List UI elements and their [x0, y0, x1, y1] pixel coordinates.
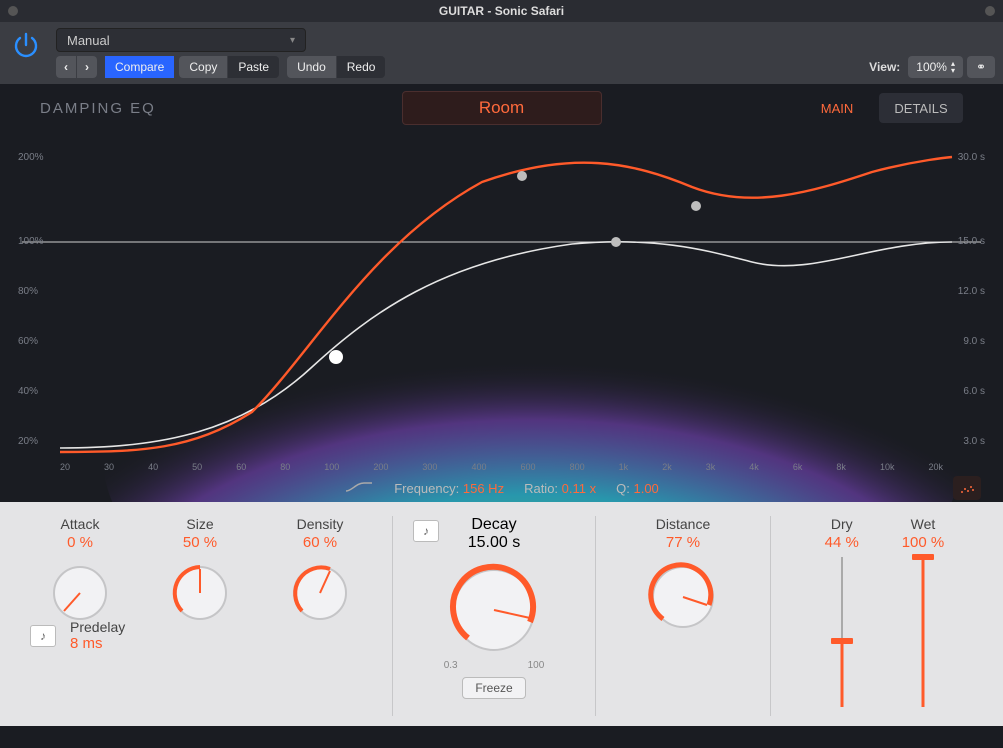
controls-panel: Attack 0 % Size 50 % Density 60 % [0, 502, 1003, 726]
next-preset-button[interactable]: › [77, 56, 97, 78]
decay-label: Decay [471, 516, 516, 534]
view-label: View: [869, 60, 900, 74]
stepper-icon: ▴▾ [951, 60, 955, 74]
attack-knob[interactable]: Attack 0 % [20, 516, 140, 625]
zoom-select[interactable]: 100% ▴▾ [908, 56, 963, 78]
zoom-value: 100% [916, 60, 947, 74]
decay-range: 0.3100 [444, 660, 545, 671]
knob-icon [288, 561, 352, 625]
shelf-shape-icon[interactable] [344, 480, 374, 497]
x-ticks: 203040 506080 100200300 400600800 1k2k3k… [60, 462, 943, 472]
y-left-tick: 20% [18, 436, 38, 447]
q-label: Q: [616, 481, 630, 496]
undo-button[interactable]: Undo [287, 56, 337, 78]
link-icon: ⚭ [976, 60, 986, 74]
section-title: DAMPING EQ [40, 100, 402, 117]
divider [595, 516, 596, 716]
power-button[interactable] [8, 28, 44, 64]
y-right-tick: 12.0 s [958, 286, 985, 297]
traffic-dot [8, 6, 18, 16]
tempo-sync-button[interactable]: ♪ [30, 625, 56, 647]
prev-preset-button[interactable]: ‹ [56, 56, 77, 78]
dry-slider[interactable]: Dry 44 % [822, 516, 862, 716]
link-button[interactable]: ⚭ [967, 56, 995, 78]
predelay-control[interactable]: ♪ Predelay 8 ms [20, 619, 380, 652]
density-knob[interactable]: Density 60 % [260, 516, 380, 625]
y-left-tick: 60% [18, 336, 38, 347]
copy-button[interactable]: Copy [179, 56, 228, 78]
tab-details[interactable]: DETAILS [879, 93, 963, 123]
knob-icon [168, 561, 232, 625]
predelay-value: 8 ms [70, 635, 125, 652]
redo-button[interactable]: Redo [337, 56, 386, 78]
y-right-tick: 15.0 s [958, 236, 985, 247]
divider [770, 516, 771, 716]
tab-main[interactable]: MAIN [795, 93, 879, 123]
chevron-down-icon: ▾ [290, 35, 295, 46]
q-value[interactable]: 1.00 [633, 481, 658, 496]
window-title: GUITAR - Sonic Safari [439, 4, 564, 18]
eq-graph[interactable]: 200% 100% 80% 60% 40% 20% 30.0 s 15.0 s … [12, 132, 991, 502]
preset-name: Manual [67, 33, 110, 48]
window-titlebar: GUITAR - Sonic Safari [0, 0, 1003, 22]
band-readout: Frequency: 156 Hz Ratio: 0.11 x Q: 1.00 [12, 474, 991, 502]
y-right-tick: 9.0 s [963, 336, 985, 347]
y-left-tick: 40% [18, 386, 38, 397]
ratio-label: Ratio: [524, 481, 558, 496]
slider-icon [822, 557, 862, 707]
plugin-header: DAMPING EQ Room MAIN DETAILS [0, 84, 1003, 132]
freeze-button[interactable]: Freeze [462, 677, 525, 699]
ratio-value[interactable]: 0.11 x [562, 481, 596, 496]
y-left-tick: 80% [18, 286, 38, 297]
freq-value[interactable]: 156 Hz [463, 481, 504, 496]
reverb-type-button[interactable]: Room [402, 91, 602, 125]
y-right-tick: 30.0 s [958, 152, 985, 163]
distance-knob[interactable]: Distance 77 % [647, 516, 719, 716]
predelay-label: Predelay [70, 619, 125, 635]
y-left-tick: 200% [18, 152, 44, 163]
analyser-toggle[interactable] [953, 476, 981, 500]
preset-select[interactable]: Manual ▾ [56, 28, 306, 52]
compare-button[interactable]: Compare [105, 56, 175, 78]
divider [392, 516, 393, 716]
paste-button[interactable]: Paste [228, 56, 279, 78]
decay-sync-button[interactable]: ♪ [413, 520, 439, 542]
knob-icon [48, 561, 112, 625]
reverb-type-label: Room [479, 98, 524, 118]
slider-icon [903, 557, 943, 707]
traffic-dot [985, 6, 995, 16]
knob-icon [647, 561, 719, 633]
wet-slider[interactable]: Wet 100 % [902, 516, 945, 716]
plugin-toolbar: Manual ▾ ‹ › Compare Copy Paste Undo Red… [0, 22, 1003, 84]
y-right-tick: 6.0 s [963, 386, 985, 397]
y-left-tick: 100% [18, 236, 44, 247]
y-right-tick: 3.0 s [963, 436, 985, 447]
eq-svg [12, 132, 991, 502]
decay-value: 15.00 s [468, 534, 520, 552]
size-knob[interactable]: Size 50 % [140, 516, 260, 625]
decay-knob[interactable] [446, 562, 542, 658]
freq-label: Frequency: [394, 481, 459, 496]
